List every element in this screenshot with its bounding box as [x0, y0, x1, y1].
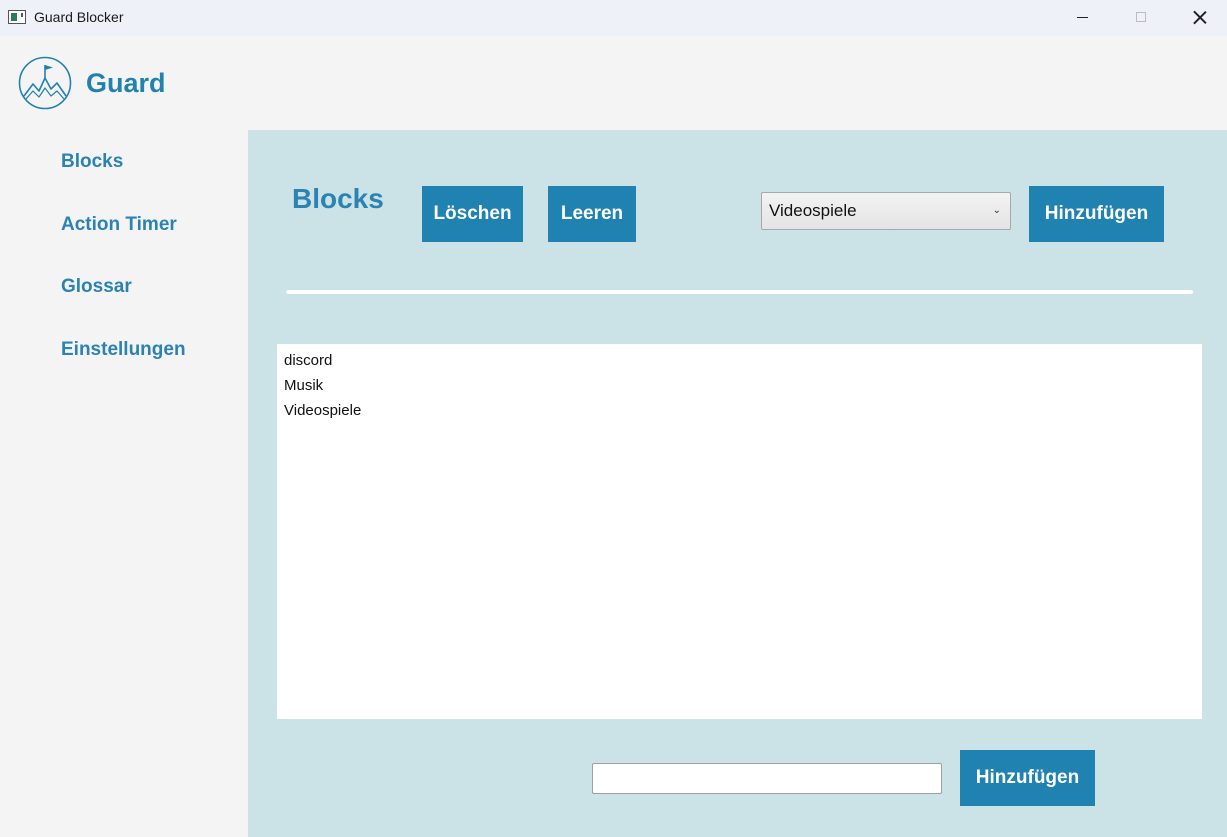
sidebar-item-settings[interactable]: Einstellungen — [61, 339, 186, 361]
sidebar-item-action-timer[interactable]: Action Timer — [61, 214, 177, 236]
window-title: Guard Blocker — [34, 9, 124, 25]
minimize-icon — [1076, 16, 1088, 18]
delete-button[interactable]: Löschen — [422, 186, 523, 242]
close-icon — [1193, 10, 1207, 24]
clear-button[interactable]: Leeren — [548, 186, 636, 242]
sidebar-item-blocks[interactable]: Blocks — [61, 151, 123, 173]
chevron-down-icon: ⌄ — [992, 205, 1001, 216]
category-select[interactable]: Videospiele ⌄ — [761, 192, 1011, 230]
add-block-button[interactable]: Hinzufügen — [960, 750, 1095, 806]
title-bar: Guard Blocker — [0, 0, 1227, 36]
close-button[interactable] — [1177, 0, 1223, 34]
list-item[interactable]: Videospiele — [277, 398, 1202, 423]
list-item[interactable]: discord — [277, 348, 1202, 373]
app-window-icon — [8, 10, 26, 24]
mountain-flag-icon — [18, 56, 72, 110]
maximize-button[interactable] — [1118, 0, 1164, 34]
main-panel: Blocks Löschen Leeren Videospiele ⌄ Hinz… — [248, 130, 1227, 837]
sidebar-item-glossar[interactable]: Glossar — [61, 276, 132, 298]
list-item[interactable]: Musik — [277, 373, 1202, 398]
add-category-button[interactable]: Hinzufügen — [1029, 186, 1164, 242]
brand-name: Guard — [86, 68, 166, 98]
blocks-list[interactable]: discord Musik Videospiele — [277, 344, 1202, 719]
new-block-input[interactable] — [592, 763, 942, 794]
divider — [286, 290, 1193, 294]
app-window: Guard Blocker Guard Blocks Action Timer … — [0, 0, 1227, 837]
minimize-button[interactable] — [1059, 0, 1105, 34]
page-title: Blocks — [292, 183, 384, 214]
category-select-value: Videospiele — [769, 201, 857, 220]
maximize-icon — [1136, 12, 1146, 22]
